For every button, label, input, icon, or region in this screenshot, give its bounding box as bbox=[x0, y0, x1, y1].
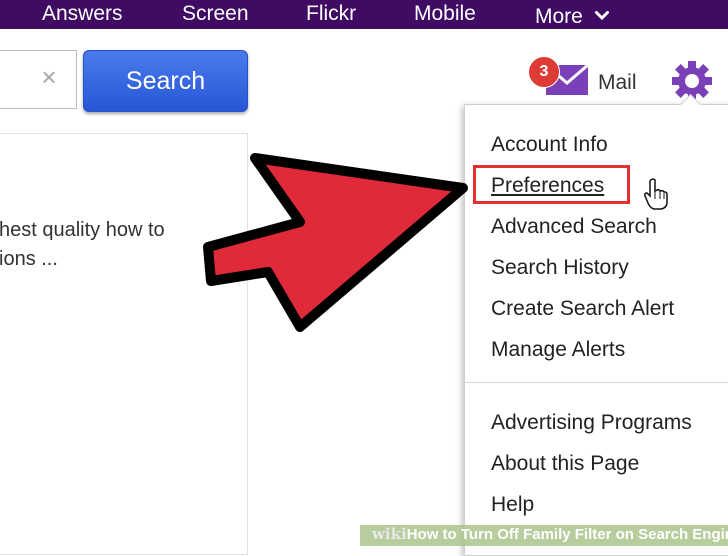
chevron-down-icon bbox=[594, 2, 609, 26]
wiki-logo-text: wiki bbox=[372, 525, 407, 543]
search-result-panel: hest quality how to ions ... bbox=[0, 133, 248, 555]
result-snippet-line: ions ... bbox=[0, 248, 58, 270]
hand-pointer-icon bbox=[644, 178, 668, 210]
menu-item-create-search-alert[interactable]: Create Search Alert bbox=[491, 297, 674, 321]
nav-more[interactable]: More bbox=[535, 2, 609, 29]
notification-badge: 3 bbox=[528, 56, 560, 88]
highlight-box bbox=[473, 165, 630, 204]
menu-item-search-history[interactable]: Search History bbox=[491, 256, 629, 280]
top-nav-bar: Answers Screen Flickr Mobile More bbox=[0, 0, 728, 29]
footer-title: to Turn Off Family Filter on Search Engi… bbox=[438, 526, 728, 543]
menu-item-advanced-search[interactable]: Advanced Search bbox=[491, 215, 657, 239]
wikihow-footer: wikiHow to Turn Off Family Filter on Sea… bbox=[360, 525, 728, 546]
menu-item-account-info[interactable]: Account Info bbox=[491, 133, 608, 157]
nav-more-label: More bbox=[535, 5, 583, 28]
close-icon[interactable]: × bbox=[38, 64, 60, 90]
menu-divider bbox=[465, 382, 728, 383]
result-snippet-line: hest quality how to bbox=[0, 219, 165, 241]
menu-item-manage-alerts[interactable]: Manage Alerts bbox=[491, 338, 625, 362]
menu-item-about-this-page[interactable]: About this Page bbox=[491, 452, 639, 476]
nav-screen[interactable]: Screen bbox=[182, 2, 249, 26]
search-button[interactable]: Search bbox=[83, 50, 248, 112]
menu-item-help[interactable]: Help bbox=[491, 493, 534, 517]
nav-mobile[interactable]: Mobile bbox=[414, 2, 476, 26]
nav-answers[interactable]: Answers bbox=[42, 2, 123, 26]
menu-item-advertising-programs[interactable]: Advertising Programs bbox=[491, 411, 692, 435]
mail-link[interactable]: 3 Mail bbox=[528, 56, 645, 100]
how-logo-text: How bbox=[406, 526, 439, 543]
mail-label: Mail bbox=[598, 71, 637, 94]
nav-flickr[interactable]: Flickr bbox=[306, 2, 356, 26]
